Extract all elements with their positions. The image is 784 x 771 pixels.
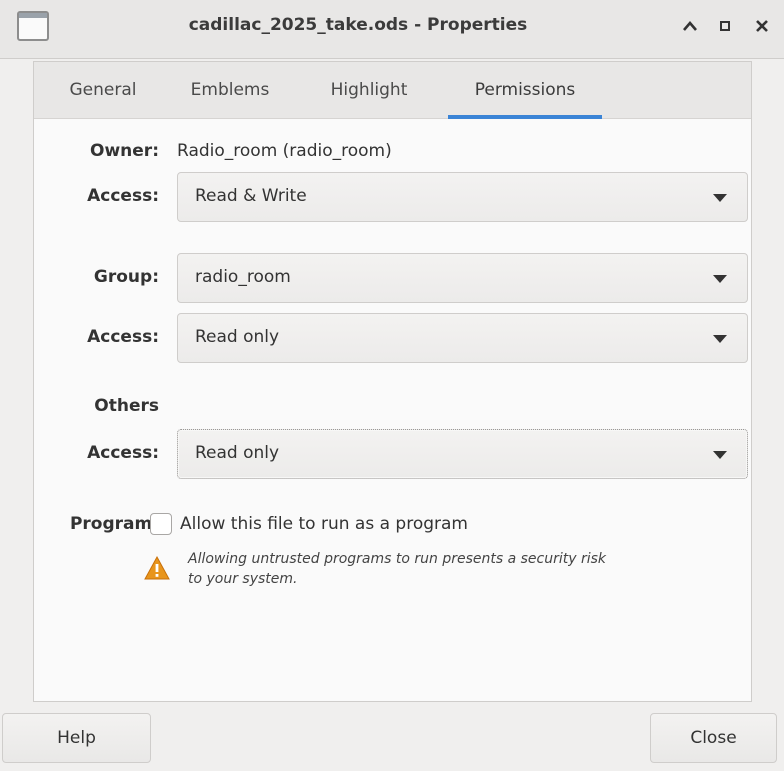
chevron-down-icon bbox=[713, 194, 727, 202]
warning-icon bbox=[144, 555, 170, 580]
chevron-up-icon[interactable] bbox=[680, 16, 700, 36]
group-access-label: Access: bbox=[87, 327, 159, 347]
tab-bar: General Emblems Highlight Permissions bbox=[34, 62, 751, 119]
others-label: Others bbox=[94, 396, 159, 416]
others-access-label: Access: bbox=[87, 443, 159, 463]
title-bar[interactable]: cadillac_2025_take.ods - Properties bbox=[0, 0, 784, 59]
owner-access-value: Read & Write bbox=[195, 186, 307, 206]
security-warning: Allowing untrusted programs to run prese… bbox=[188, 549, 718, 589]
run-as-program-label[interactable]: Allow this file to run as a program bbox=[180, 514, 468, 534]
close-icon[interactable] bbox=[752, 16, 772, 36]
chevron-down-icon bbox=[713, 275, 727, 283]
help-button[interactable]: Help bbox=[2, 713, 151, 763]
tab-emblems[interactable]: Emblems bbox=[175, 62, 285, 118]
run-as-program-checkbox[interactable] bbox=[150, 513, 172, 535]
maximize-icon[interactable] bbox=[715, 16, 735, 36]
close-button[interactable]: Close bbox=[650, 713, 777, 763]
group-access-value: Read only bbox=[195, 327, 280, 347]
others-access-value: Read only bbox=[195, 443, 280, 463]
program-label: Program: bbox=[69, 514, 159, 534]
owner-value: Radio_room (radio_room) bbox=[177, 141, 392, 161]
tab-highlight[interactable]: Highlight bbox=[314, 62, 424, 118]
owner-label: Owner: bbox=[90, 141, 159, 161]
window-icon bbox=[17, 11, 49, 41]
owner-access-label: Access: bbox=[87, 186, 159, 206]
properties-notebook: General Emblems Highlight Permissions Ow… bbox=[33, 61, 752, 702]
tab-permissions[interactable]: Permissions bbox=[448, 62, 602, 119]
owner-access-select[interactable]: Read & Write bbox=[177, 172, 748, 222]
window-title: cadillac_2025_take.ods - Properties bbox=[188, 15, 528, 35]
group-access-select[interactable]: Read only bbox=[177, 313, 748, 363]
others-access-select[interactable]: Read only bbox=[177, 429, 748, 479]
security-warning-line1: Allowing untrusted programs to run prese… bbox=[188, 551, 607, 567]
group-select[interactable]: radio_room bbox=[177, 253, 748, 303]
security-warning-line2: to your system. bbox=[188, 571, 298, 587]
chevron-down-icon bbox=[713, 335, 727, 343]
group-label: Group: bbox=[93, 267, 159, 287]
chevron-down-icon bbox=[713, 451, 727, 459]
group-value: radio_room bbox=[195, 267, 291, 287]
tab-general[interactable]: General bbox=[48, 62, 158, 118]
